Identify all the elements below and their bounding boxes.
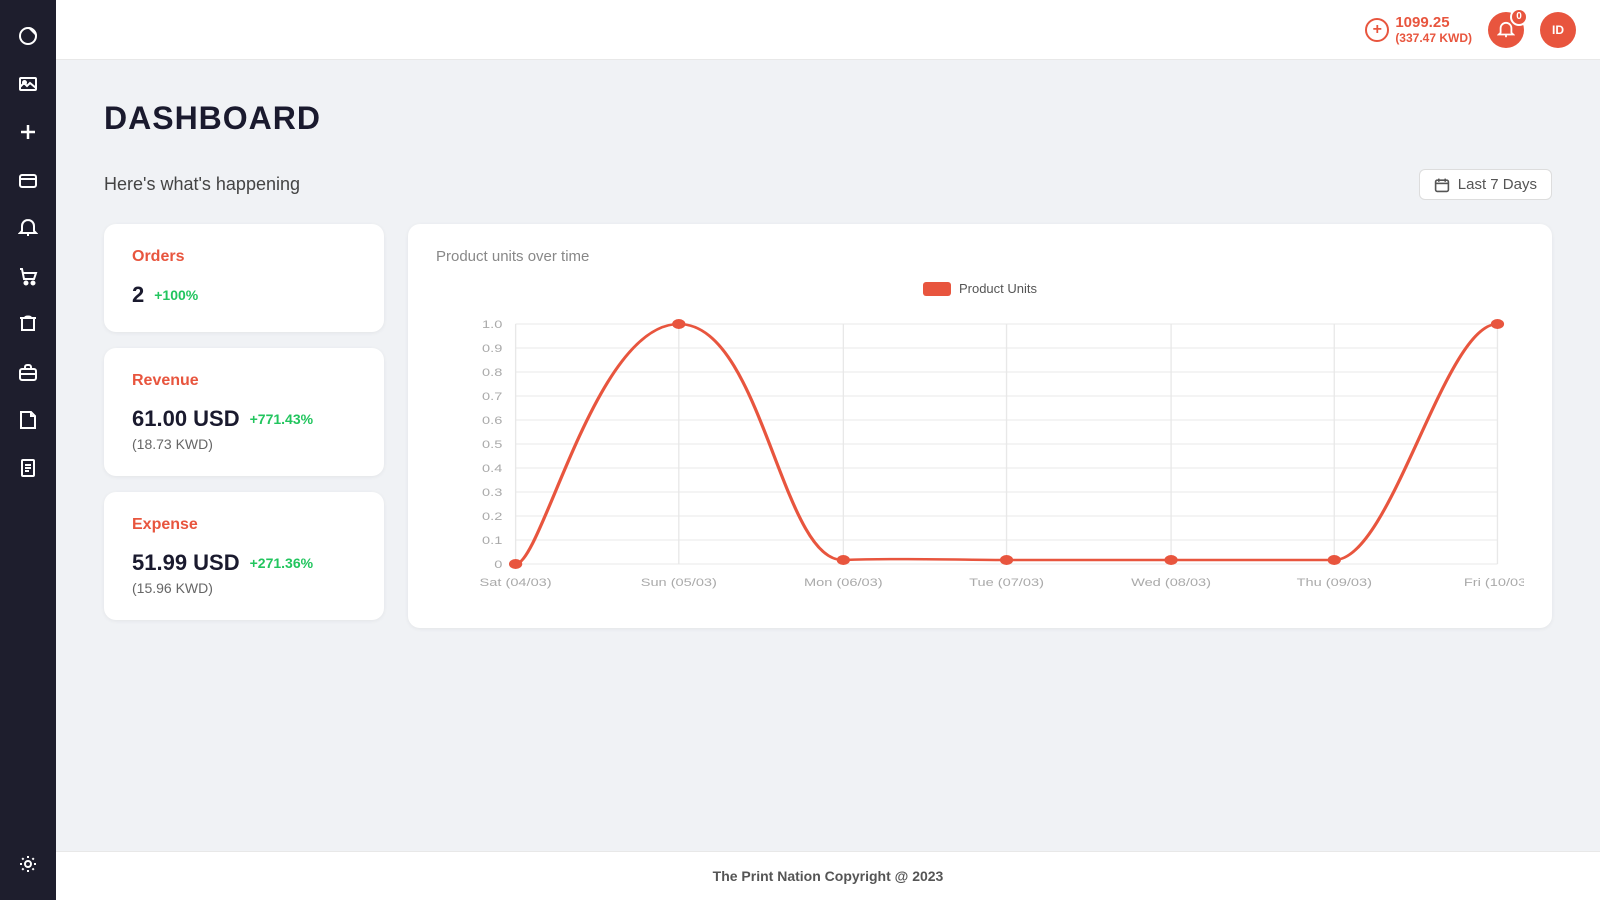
- notification-button[interactable]: 0: [1488, 12, 1524, 48]
- svg-text:0.3: 0.3: [482, 486, 502, 499]
- chart-title: Product units over time: [436, 248, 1524, 265]
- section-subtitle: Here's what's happening: [104, 174, 300, 195]
- footer: The Print Nation Copyright @ 2023: [56, 851, 1600, 900]
- data-point-3: [1000, 555, 1013, 565]
- footer-text: The Print Nation Copyright @ 2023: [713, 868, 944, 884]
- chart-legend: Product Units: [436, 281, 1524, 296]
- add-balance-icon[interactable]: +: [1365, 18, 1389, 42]
- balance-amount: 1099.25: [1395, 14, 1472, 31]
- revenue-sub: (18.73 KWD): [132, 436, 356, 452]
- notification-icon[interactable]: [8, 208, 48, 248]
- svg-text:Sun (05/03): Sun (05/03): [641, 576, 717, 589]
- data-point-4: [1164, 555, 1177, 565]
- sidebar: [0, 0, 56, 900]
- revenue-value: 61.00 USD +771.43%: [132, 406, 356, 432]
- svg-text:Tue (07/03): Tue (07/03): [969, 576, 1044, 589]
- x-axis-labels: Sat (04/03) Sun (05/03) Mon (06/03) Tue …: [480, 576, 1524, 589]
- orders-card: Orders 2 +100%: [104, 224, 384, 332]
- dashboard-content: Orders 2 +100% Revenue 61.00 USD +771.43…: [104, 224, 1552, 628]
- stats-cards: Orders 2 +100% Revenue 61.00 USD +771.43…: [104, 224, 384, 620]
- expense-value: 51.99 USD +271.36%: [132, 550, 356, 576]
- svg-text:0.9: 0.9: [482, 342, 502, 355]
- orders-value: 2 +100%: [132, 282, 356, 308]
- data-point-6: [1491, 319, 1504, 329]
- shopping-icon[interactable]: [8, 304, 48, 344]
- orders-change: +100%: [154, 287, 198, 303]
- legend-color: [923, 282, 951, 296]
- expense-card: Expense 51.99 USD +271.36% (15.96 KWD): [104, 492, 384, 620]
- svg-text:Thu (09/03): Thu (09/03): [1297, 576, 1372, 589]
- cart-icon[interactable]: [8, 256, 48, 296]
- data-point-0: [509, 559, 522, 569]
- svg-text:0.1: 0.1: [482, 534, 502, 547]
- topbar: + 1099.25 (337.47 KWD) 0 ID: [56, 0, 1600, 60]
- section-header: Here's what's happening Last 7 Days: [104, 169, 1552, 200]
- chart-container: 1.0 0.9 0.8 0.7 0.6 0.5 0.4: [436, 304, 1524, 604]
- revenue-change: +771.43%: [250, 411, 313, 427]
- balance-display[interactable]: + 1099.25 (337.47 KWD): [1365, 14, 1472, 45]
- user-avatar[interactable]: ID: [1540, 12, 1576, 48]
- page-title: DASHBOARD: [104, 100, 1552, 137]
- revenue-title: Revenue: [132, 372, 356, 390]
- dashboard-icon[interactable]: [8, 16, 48, 56]
- revenue-card: Revenue 61.00 USD +771.43% (18.73 KWD): [104, 348, 384, 476]
- svg-text:1.0: 1.0: [482, 318, 502, 331]
- balance-kwd: (337.47 KWD): [1395, 31, 1472, 45]
- expense-change: +271.36%: [250, 555, 313, 571]
- card-icon[interactable]: [8, 160, 48, 200]
- legend-label: Product Units: [959, 281, 1037, 296]
- svg-text:0.2: 0.2: [482, 510, 502, 523]
- expense-title: Expense: [132, 516, 356, 534]
- calendar-icon: [1434, 177, 1450, 193]
- receipt-icon[interactable]: [8, 448, 48, 488]
- data-point-1: [672, 319, 685, 329]
- svg-text:Mon (06/03): Mon (06/03): [804, 576, 883, 589]
- y-axis: 1.0 0.9 0.8 0.7 0.6 0.5 0.4: [482, 318, 1497, 571]
- svg-text:0.6: 0.6: [482, 414, 502, 427]
- svg-text:0.5: 0.5: [482, 438, 502, 451]
- orders-title: Orders: [132, 248, 356, 266]
- svg-text:0.4: 0.4: [482, 462, 502, 475]
- image-icon[interactable]: [8, 64, 48, 104]
- line-chart: 1.0 0.9 0.8 0.7 0.6 0.5 0.4: [436, 304, 1524, 604]
- chart-card: Product units over time Product Units 1.…: [408, 224, 1552, 628]
- main-content: DASHBOARD Here's what's happening Last 7…: [56, 60, 1600, 851]
- svg-text:0.7: 0.7: [482, 390, 502, 403]
- file-icon[interactable]: [8, 400, 48, 440]
- add-icon[interactable]: [8, 112, 48, 152]
- notif-badge: 0: [1510, 8, 1528, 26]
- svg-text:0: 0: [494, 558, 502, 571]
- date-filter-button[interactable]: Last 7 Days: [1419, 169, 1552, 200]
- svg-text:Sat (04/03): Sat (04/03): [480, 576, 552, 589]
- svg-text:Fri (10/03): Fri (10/03): [1464, 576, 1524, 589]
- svg-text:0.8: 0.8: [482, 366, 502, 379]
- data-point-2: [837, 555, 850, 565]
- data-point-5: [1328, 555, 1341, 565]
- svg-text:Wed (08/03): Wed (08/03): [1131, 576, 1211, 589]
- expense-sub: (15.96 KWD): [132, 580, 356, 596]
- settings-icon[interactable]: [8, 844, 48, 884]
- date-filter-label: Last 7 Days: [1458, 176, 1537, 193]
- briefcase-icon[interactable]: [8, 352, 48, 392]
